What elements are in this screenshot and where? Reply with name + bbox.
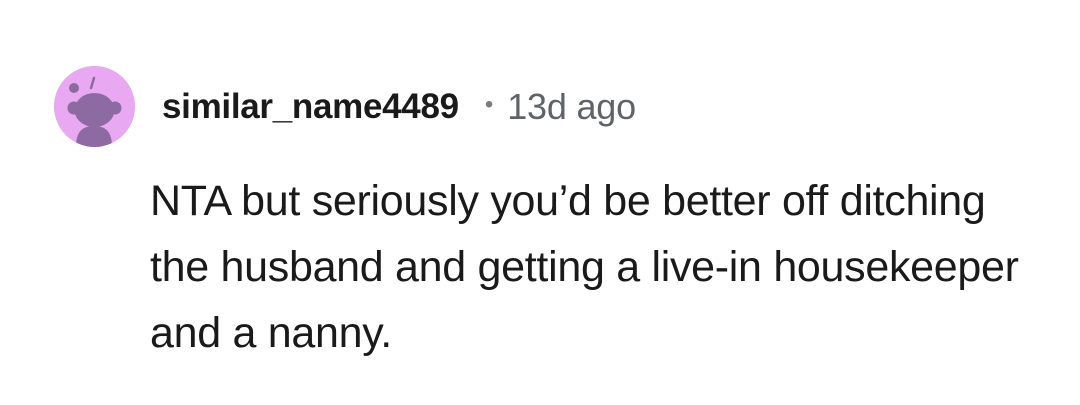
comment-header: similar_name4489 • 13d ago	[162, 82, 636, 132]
separator-dot: •	[484, 91, 494, 118]
username-link[interactable]: similar_name4489	[162, 87, 459, 127]
reddit-snoo-avatar-icon	[54, 66, 135, 147]
comment-body: NTA but seriously you’d be better off di…	[150, 168, 1050, 366]
comment-text: NTA but seriously you’d be better off di…	[150, 177, 1019, 357]
user-avatar[interactable]	[54, 66, 135, 147]
timestamp[interactable]: 13d ago	[507, 86, 636, 128]
comment-card: similar_name4489 • 13d ago NTA but serio…	[0, 0, 1080, 405]
